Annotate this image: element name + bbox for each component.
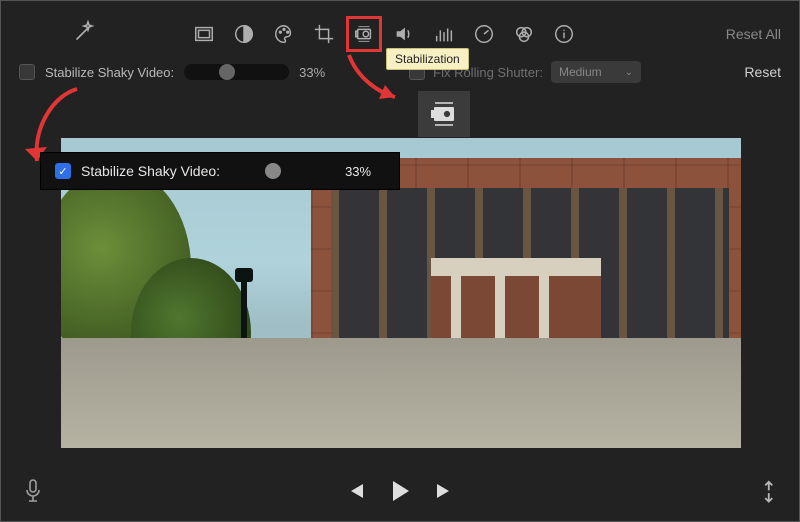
play-icon[interactable]	[387, 478, 413, 509]
speed-icon[interactable]	[469, 19, 499, 49]
stabilize-popover-label: Stabilize Shaky Video:	[81, 163, 220, 179]
rolling-value: Medium	[559, 65, 602, 79]
contrast-icon[interactable]	[229, 19, 259, 49]
chevron-down-icon: ⌄	[625, 67, 633, 78]
info-icon[interactable]	[549, 19, 579, 49]
equalizer-icon[interactable]	[429, 19, 459, 49]
reset-button[interactable]: Reset	[744, 64, 781, 80]
frame-icon[interactable]	[189, 19, 219, 49]
toolbar: Reset All	[1, 17, 799, 51]
reset-all-button[interactable]: Reset All	[726, 26, 781, 42]
stabilize-label: Stabilize Shaky Video:	[45, 65, 174, 80]
stabilization-icon[interactable]	[349, 19, 379, 49]
color-filter-icon[interactable]	[509, 19, 539, 49]
expand-icon[interactable]	[751, 477, 783, 509]
stabilization-tooltip: Stabilization	[386, 48, 469, 70]
transport-bar	[1, 465, 799, 521]
stabilize-checkbox-checked[interactable]: ✓	[55, 163, 71, 179]
palette-icon[interactable]	[269, 19, 299, 49]
stabilize-popover-slider[interactable]	[230, 163, 335, 179]
crop-icon[interactable]	[309, 19, 339, 49]
stabilize-checkbox[interactable]	[19, 64, 35, 80]
microphone-icon[interactable]	[23, 478, 43, 509]
stabilize-popover-percent: 33%	[345, 164, 385, 179]
stabilize-percent: 33%	[299, 65, 339, 80]
rolling-dropdown[interactable]: Medium ⌄	[551, 61, 641, 83]
stabilize-slider[interactable]	[184, 64, 289, 80]
previous-icon[interactable]	[345, 481, 365, 506]
toolbar-icons	[189, 19, 579, 49]
stabilization-tile-icon	[418, 91, 470, 137]
volume-icon[interactable]	[389, 19, 419, 49]
stabilize-popover: ✓ Stabilize Shaky Video: 33%	[41, 153, 399, 189]
imovie-editor: Reset All Stabilize Shaky Video: 33% Fix…	[0, 0, 800, 522]
next-icon[interactable]	[435, 481, 455, 506]
